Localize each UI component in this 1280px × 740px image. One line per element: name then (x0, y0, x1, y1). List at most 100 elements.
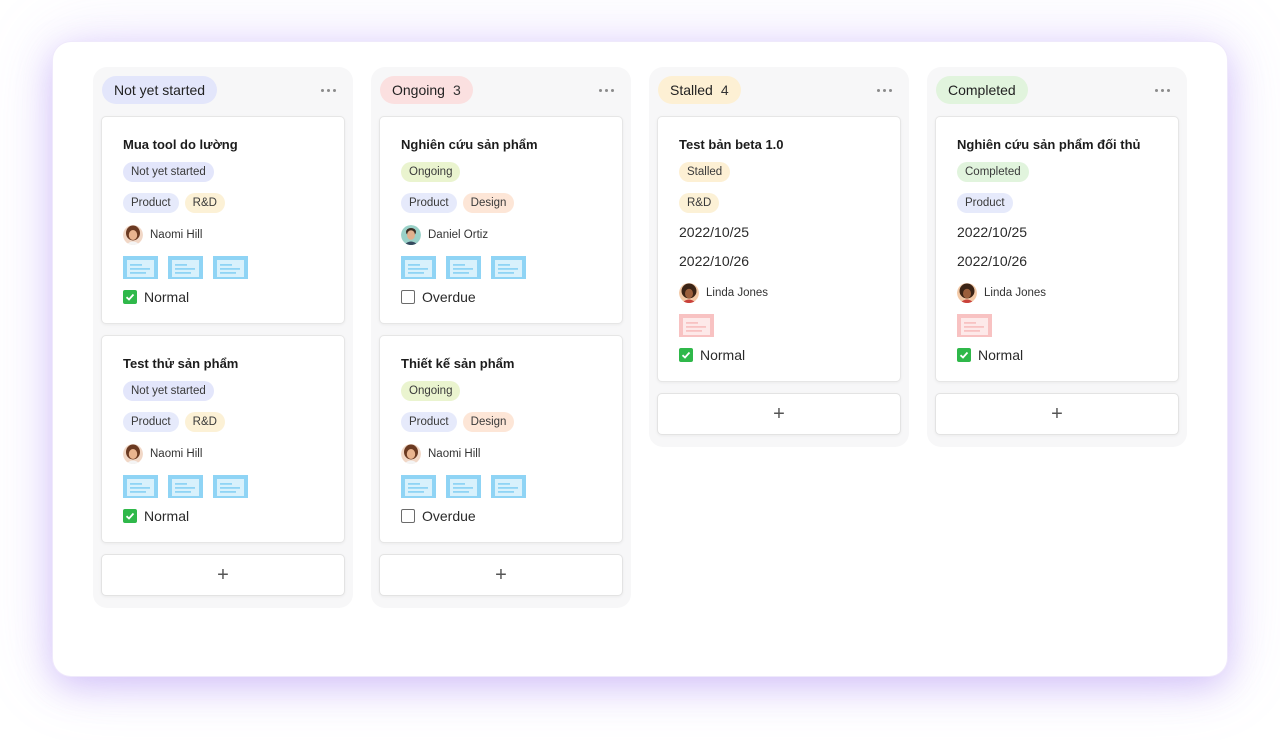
add-card-button[interactable]: + (657, 393, 901, 435)
more-options-icon[interactable] (593, 80, 619, 100)
assignee-name: Daniel Ortiz (428, 229, 489, 241)
doc-icon[interactable] (491, 475, 526, 498)
task-card[interactable]: Nghiên cứu sản phẩm đối thủ Completed Pr… (935, 116, 1179, 382)
tag-product: Product (123, 412, 179, 432)
board-window: Not yet started Mua tool do lường Not ye… (53, 42, 1227, 676)
priority: Normal (123, 289, 322, 305)
more-options-icon[interactable] (871, 80, 897, 100)
add-card-button[interactable]: + (101, 554, 345, 596)
priority-label: Normal (144, 508, 190, 524)
doc-icon[interactable] (491, 256, 526, 279)
start-date: 2022/10/25 (957, 224, 1028, 240)
avatar (957, 283, 977, 303)
assignee-name: Naomi Hill (150, 229, 203, 241)
task-card[interactable]: Test bản beta 1.0 Stalled R&D 2022/10/25… (657, 116, 901, 382)
more-options-icon[interactable] (1149, 80, 1175, 100)
task-card[interactable]: Nghiên cứu sản phẩm Ongoing Product Desi… (379, 116, 623, 324)
priority-label: Overdue (422, 289, 476, 305)
column-status-label: Stalled (670, 82, 713, 98)
column-status-label: Not yet started (114, 82, 206, 98)
tag-product: Product (401, 412, 457, 432)
column-status-pill[interactable]: Not yet started (102, 76, 218, 104)
column-completed: Completed Nghiên cứu sản phẩm đối thủ Co… (927, 67, 1187, 447)
checkbox-unchecked-icon[interactable] (401, 509, 415, 523)
add-card-button[interactable]: + (379, 554, 623, 596)
column-status-pill[interactable]: Ongoing 3 (380, 76, 473, 104)
tag-rnd: R&D (184, 412, 225, 432)
checkbox-checked-icon[interactable] (123, 290, 137, 304)
assignee: Daniel Ortiz (401, 224, 600, 246)
attachments (957, 314, 1156, 337)
doc-icon[interactable] (213, 256, 248, 279)
doc-icon[interactable] (123, 475, 158, 498)
doc-icon[interactable] (679, 314, 714, 337)
task-title: Nghiên cứu sản phẩm (401, 137, 538, 152)
task-title: Test bản beta 1.0 (679, 137, 784, 152)
attachments (123, 256, 322, 279)
assignee: Linda Jones (957, 282, 1156, 304)
column-stalled: Stalled 4 Test bản beta 1.0 Stalled R&D … (649, 67, 909, 447)
doc-icon[interactable] (168, 256, 203, 279)
task-title: Nghiên cứu sản phẩm đối thủ (957, 137, 1141, 152)
assignee-name: Naomi Hill (428, 448, 481, 460)
tag-design: Design (462, 412, 515, 432)
attachments (401, 256, 600, 279)
priority: Overdue (401, 289, 600, 305)
tag-rnd: R&D (679, 193, 720, 213)
priority: Normal (957, 347, 1156, 363)
checkbox-unchecked-icon[interactable] (401, 290, 415, 304)
avatar (401, 444, 421, 464)
doc-icon[interactable] (446, 475, 481, 498)
doc-icon[interactable] (213, 475, 248, 498)
doc-icon[interactable] (957, 314, 992, 337)
task-title: Mua tool do lường (123, 137, 238, 152)
tag-product: Product (123, 193, 179, 213)
task-card[interactable]: Test thử sản phẩm Not yet started Produc… (101, 335, 345, 543)
checkbox-checked-icon[interactable] (123, 509, 137, 523)
assignee-name: Linda Jones (984, 287, 1047, 299)
task-title: Test thử sản phẩm (123, 356, 239, 371)
task-card[interactable]: Thiết kế sản phẩm Ongoing Product Design… (379, 335, 623, 543)
doc-icon[interactable] (401, 256, 436, 279)
column-status-pill[interactable]: Completed (936, 76, 1028, 104)
task-title: Thiết kế sản phẩm (401, 356, 515, 371)
assignee: Naomi Hill (123, 224, 322, 246)
column-not-yet-started: Not yet started Mua tool do lường Not ye… (93, 67, 353, 608)
column-count: 4 (720, 82, 729, 98)
status-badge: Stalled (679, 162, 731, 182)
status-badge: Not yet started (123, 381, 214, 401)
column-status-pill[interactable]: Stalled 4 (658, 76, 741, 104)
doc-icon[interactable] (123, 256, 158, 279)
assignee-name: Linda Jones (706, 287, 769, 299)
column-ongoing: Ongoing 3 Nghiên cứu sản phẩm Ongoing Pr… (371, 67, 631, 608)
doc-icon[interactable] (168, 475, 203, 498)
doc-icon[interactable] (446, 256, 481, 279)
add-card-button[interactable]: + (935, 393, 1179, 435)
priority: Overdue (401, 508, 600, 524)
avatar (401, 225, 421, 245)
tag-design: Design (462, 193, 515, 213)
column-header: Completed (935, 75, 1179, 105)
attachments (401, 475, 600, 498)
more-options-icon[interactable] (315, 80, 341, 100)
doc-icon[interactable] (401, 475, 436, 498)
status-badge: Not yet started (123, 162, 214, 182)
checkbox-checked-icon[interactable] (679, 348, 693, 362)
priority-label: Normal (978, 347, 1024, 363)
priority-label: Normal (700, 347, 746, 363)
tag-rnd: R&D (184, 193, 225, 213)
tag-product: Product (957, 193, 1013, 213)
status-badge: Completed (957, 162, 1029, 182)
column-header: Stalled 4 (657, 75, 901, 105)
column-header: Not yet started (101, 75, 345, 105)
task-card[interactable]: Mua tool do lường Not yet started Produc… (101, 116, 345, 324)
due-date: 2022/10/26 (679, 253, 750, 269)
checkbox-checked-icon[interactable] (957, 348, 971, 362)
status-badge: Ongoing (401, 162, 461, 182)
tag-product: Product (401, 193, 457, 213)
priority-label: Overdue (422, 508, 476, 524)
column-count: 3 (452, 82, 461, 98)
priority-label: Normal (144, 289, 190, 305)
start-date: 2022/10/25 (679, 224, 750, 240)
due-date: 2022/10/26 (957, 253, 1028, 269)
